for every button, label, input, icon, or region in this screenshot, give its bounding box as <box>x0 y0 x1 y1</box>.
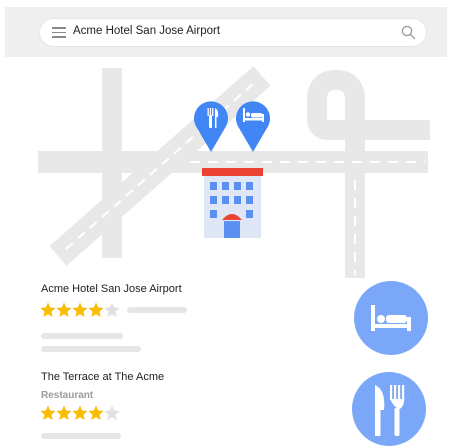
placeholder-bar <box>41 433 121 439</box>
map[interactable] <box>0 0 456 290</box>
hotel-category-button[interactable] <box>354 281 428 355</box>
fork-knife-icon <box>375 385 405 436</box>
rating-stars <box>40 405 124 421</box>
placeholder-bar <box>127 307 187 313</box>
hotel-building-icon <box>202 168 263 238</box>
placeholder-bar <box>41 346 141 352</box>
listing-title-restaurant[interactable]: The Terrace at The Acme <box>41 371 164 383</box>
hotel-pin-icon[interactable] <box>236 101 270 152</box>
rating-stars <box>40 302 124 318</box>
restaurant-category-button[interactable] <box>352 372 426 446</box>
bed-icon <box>371 305 411 331</box>
listing-title-hotel[interactable]: Acme Hotel San Jose Airport <box>41 283 182 295</box>
placeholder-bar <box>41 333 123 339</box>
listing-category: Restaurant <box>41 390 94 401</box>
